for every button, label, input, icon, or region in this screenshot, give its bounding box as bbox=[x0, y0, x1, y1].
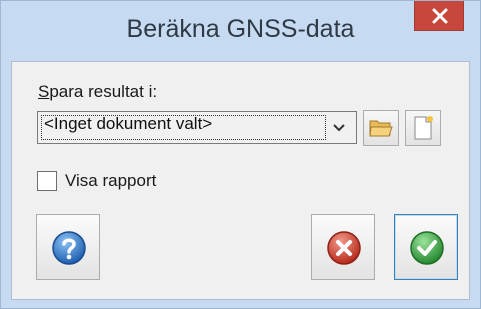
new-document-icon bbox=[414, 116, 433, 140]
ok-checkmark-icon bbox=[410, 231, 444, 265]
window-title: Beräkna GNSS-data bbox=[126, 15, 355, 43]
new-document-button[interactable] bbox=[405, 110, 441, 146]
cancel-button[interactable] bbox=[311, 214, 375, 280]
close-button[interactable] bbox=[414, 1, 464, 31]
folder-icon bbox=[369, 120, 393, 137]
show-report-label[interactable]: Visa rapport bbox=[65, 171, 156, 191]
cancel-icon bbox=[327, 231, 361, 265]
help-button[interactable] bbox=[36, 214, 100, 280]
document-select-value: <Inget dokument valt> bbox=[44, 114, 213, 133]
help-icon bbox=[52, 231, 86, 265]
chevron-down-icon[interactable] bbox=[332, 121, 346, 135]
show-report-checkbox[interactable] bbox=[37, 171, 57, 191]
open-folder-button[interactable] bbox=[363, 110, 399, 146]
ok-button[interactable] bbox=[394, 214, 458, 280]
close-icon bbox=[432, 8, 448, 24]
title-bar[interactable]: Beräkna GNSS-data bbox=[1, 1, 480, 61]
document-select[interactable]: <Inget dokument valt> bbox=[37, 111, 357, 144]
save-label-text: para resultat i: bbox=[49, 82, 158, 101]
dialog-window: Beräkna GNSS-data Spara resultat i: <Ing… bbox=[0, 0, 481, 309]
save-label-mnemonic: S bbox=[38, 82, 50, 101]
save-results-label: Spara resultat i: bbox=[38, 82, 157, 102]
dialog-body: Spara resultat i: <Inget dokument valt> bbox=[11, 61, 470, 300]
